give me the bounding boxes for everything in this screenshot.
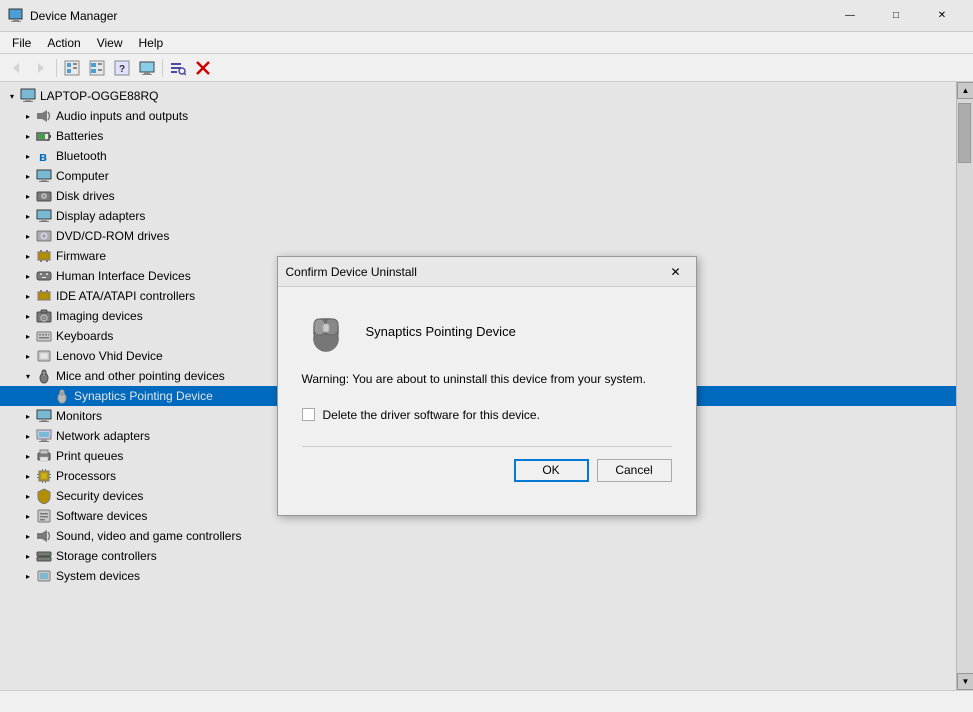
menu-file[interactable]: File: [4, 32, 39, 53]
svg-text:?: ?: [119, 64, 125, 75]
modal-device-name: Synaptics Pointing Device: [366, 324, 516, 339]
modal-checkbox-row: Delete the driver software for this devi…: [302, 408, 672, 422]
cancel-button[interactable]: Cancel: [597, 459, 672, 482]
monitor-button[interactable]: [135, 57, 159, 79]
window-controls: — □ ✕: [827, 0, 965, 32]
toolbar: ?: [0, 54, 973, 82]
modal-title: Confirm Device Uninstall: [286, 265, 664, 279]
modal-title-bar: Confirm Device Uninstall ✕: [278, 257, 696, 287]
modal-overlay: Confirm Device Uninstall ✕: [0, 82, 973, 690]
tree-view-button[interactable]: [60, 57, 84, 79]
modal-divider: [302, 446, 672, 447]
menu-bar: File Action View Help: [0, 32, 973, 54]
status-bar: [0, 690, 973, 712]
modal-close-button[interactable]: ✕: [664, 261, 688, 283]
title-bar: Device Manager — □ ✕: [0, 0, 973, 32]
main-content: ▾ LAPTOP-OGGE88RQ ▸ Audio inputs and: [0, 82, 973, 690]
toolbar-sep-1: [56, 59, 57, 77]
maximize-button[interactable]: □: [873, 0, 919, 32]
delete-driver-label: Delete the driver software for this devi…: [323, 408, 540, 422]
ok-button[interactable]: OK: [514, 459, 589, 482]
help-properties-button[interactable]: ?: [110, 57, 134, 79]
window-title: Device Manager: [30, 9, 827, 23]
toolbar-sep-2: [162, 59, 163, 77]
close-button[interactable]: ✕: [919, 0, 965, 32]
modal-warning-text: Warning: You are about to uninstall this…: [302, 371, 672, 388]
search-button[interactable]: [166, 57, 190, 79]
menu-action[interactable]: Action: [39, 32, 88, 53]
modal-buttons: OK Cancel: [302, 459, 672, 490]
minimize-button[interactable]: —: [827, 0, 873, 32]
delete-driver-checkbox[interactable]: [302, 408, 315, 421]
back-button[interactable]: [4, 57, 28, 79]
modal-device-icon: [302, 307, 350, 355]
menu-view[interactable]: View: [89, 32, 131, 53]
modal-device-row: Synaptics Pointing Device: [302, 307, 672, 355]
modal-body: Synaptics Pointing Device Warning: You a…: [278, 287, 696, 510]
list-view-button[interactable]: [85, 57, 109, 79]
confirm-uninstall-dialog: Confirm Device Uninstall ✕: [277, 256, 697, 516]
remove-button[interactable]: [191, 57, 215, 79]
app-icon: [8, 8, 24, 24]
menu-help[interactable]: Help: [131, 32, 172, 53]
forward-button[interactable]: [29, 57, 53, 79]
